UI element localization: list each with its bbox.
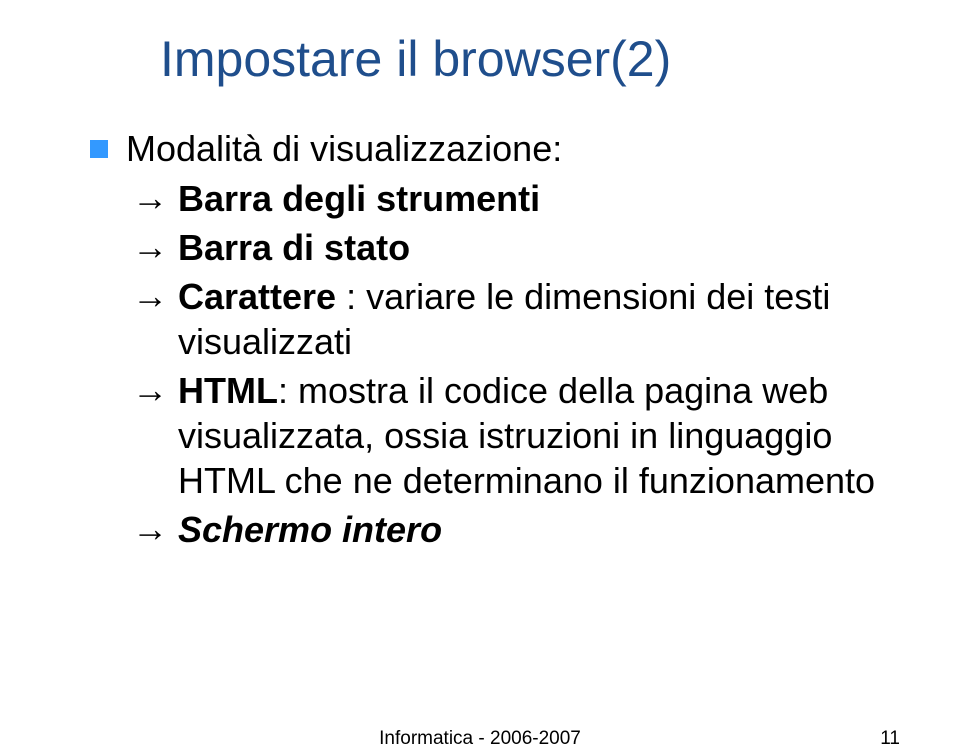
sub-bold: Barra degli strumenti xyxy=(178,178,540,219)
slide: Impostare il browser(2) Modalità di visu… xyxy=(0,0,960,750)
sub-item-statusbar: → Barra di stato xyxy=(132,225,900,270)
sub-bold: HTML xyxy=(178,370,278,411)
sub-text: Schermo intero xyxy=(178,507,442,552)
sub-bold: Barra di stato xyxy=(178,227,410,268)
arrow-icon: → xyxy=(132,368,168,411)
square-bullet-icon xyxy=(90,140,108,158)
sub-text: Barra di stato xyxy=(178,225,410,270)
page-number: 11 xyxy=(880,728,900,750)
sub-item-fullscreen: → Schermo intero xyxy=(132,507,900,552)
slide-title: Impostare il browser(2) xyxy=(160,30,900,88)
bullet-level1: Modalità di visualizzazione: xyxy=(90,128,900,170)
sub-bold: Schermo intero xyxy=(178,509,442,550)
sub-rest: : mostra il codice della pagina web visu… xyxy=(178,370,875,501)
arrow-icon: → xyxy=(132,507,168,550)
footer-text: Informatica - 2006-2007 xyxy=(379,728,581,750)
sub-text: Carattere : variare le dimensioni dei te… xyxy=(178,274,900,364)
sub-item-html: → HTML: mostra il codice della pagina we… xyxy=(132,368,900,503)
bullet1-text: Modalità di visualizzazione: xyxy=(126,128,562,170)
sub-text: HTML: mostra il codice della pagina web … xyxy=(178,368,900,503)
sub-text: Barra degli strumenti xyxy=(178,176,540,221)
arrow-icon: → xyxy=(132,225,168,268)
sub-item-toolbar: → Barra degli strumenti xyxy=(132,176,900,221)
arrow-icon: → xyxy=(132,176,168,219)
arrow-icon: → xyxy=(132,274,168,317)
sub-item-font: → Carattere : variare le dimensioni dei … xyxy=(132,274,900,364)
sub-bold: Carattere xyxy=(178,276,336,317)
